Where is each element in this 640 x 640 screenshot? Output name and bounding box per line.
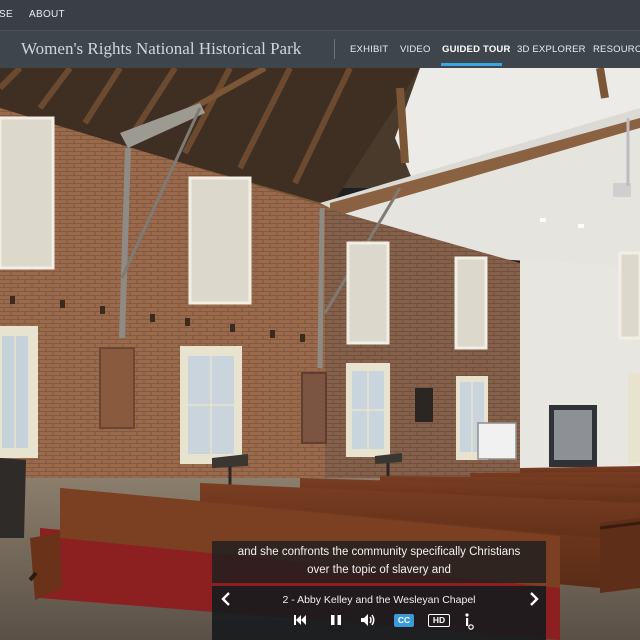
pause-icon[interactable] — [328, 612, 344, 630]
nav-3d-explorer[interactable]: 3D EXPLORER — [517, 44, 586, 55]
caption-line-1: and she confronts the community specific… — [237, 546, 521, 558]
skip-back-icon[interactable] — [292, 612, 308, 630]
cc-icon[interactable]: CC — [394, 614, 414, 627]
topbar-link-about[interactable]: ABOUT — [29, 9, 65, 20]
active-tab-indicator — [441, 63, 502, 66]
nav-guided-tour[interactable]: GUIDED TOUR — [442, 44, 511, 55]
top-bar: SE ABOUT — [0, 0, 640, 31]
subtitle-caption: and she confronts the community specific… — [212, 541, 546, 583]
chevron-right-icon[interactable] — [528, 591, 540, 610]
tour-stop-title: 2 - Abby Kelley and the Wesleyan Chapel — [282, 594, 476, 606]
nav-resources[interactable]: RESOURCE — [593, 44, 640, 55]
tour-player-controls: 2 - Abby Kelley and the Wesleyan Chapel … — [212, 586, 546, 640]
title-bar: Women's Rights National Historical Park … — [0, 31, 640, 68]
tour-viewer: SE ABOUT Women's Rights National Histori… — [0, 0, 640, 640]
nav-exhibit[interactable]: EXHIBIT — [350, 44, 388, 55]
hd-icon[interactable]: HD — [428, 614, 450, 627]
caption-line-2: over the topic of slavery and — [307, 564, 451, 576]
nav-video[interactable]: VIDEO — [400, 44, 431, 55]
park-title[interactable]: Women's Rights National Historical Park — [21, 39, 301, 59]
title-divider — [334, 39, 335, 59]
info-icon[interactable] — [463, 612, 475, 630]
chevron-left-icon[interactable] — [220, 591, 232, 610]
volume-icon[interactable] — [359, 612, 377, 630]
topbar-link-home[interactable]: SE — [0, 9, 13, 20]
